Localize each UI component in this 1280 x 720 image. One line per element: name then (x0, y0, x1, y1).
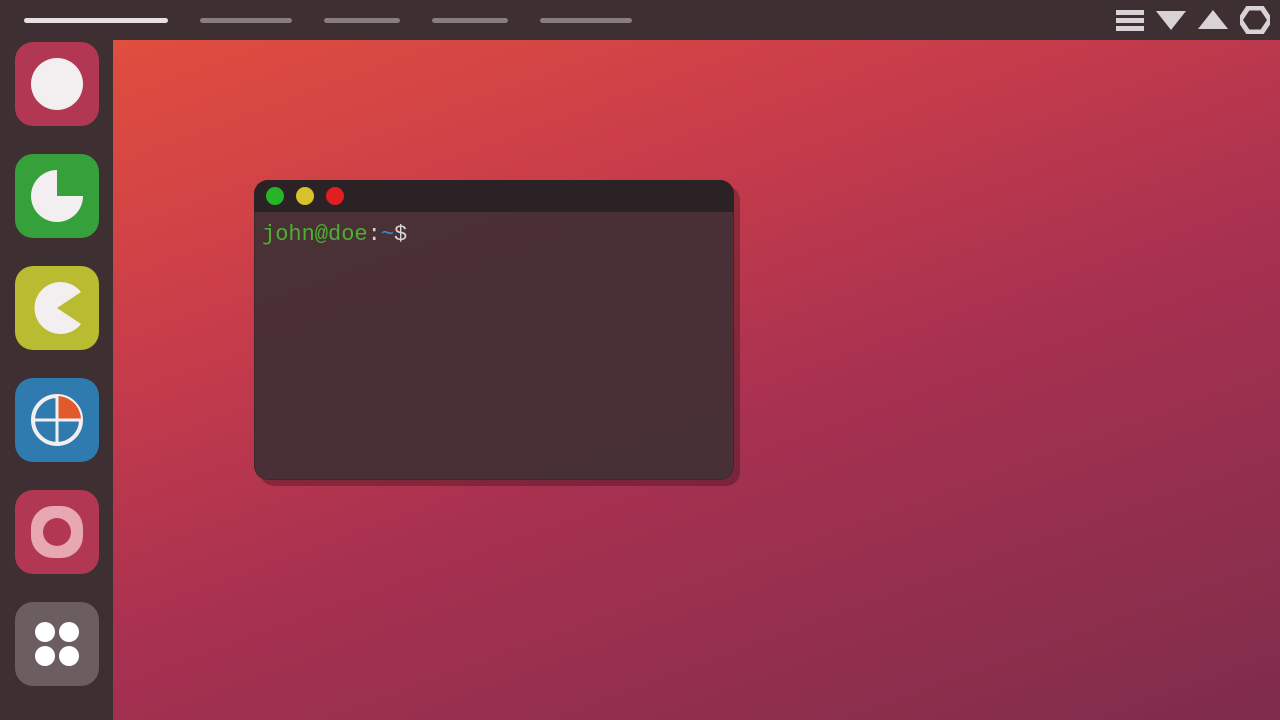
menu-item[interactable] (540, 18, 632, 23)
prompt-user: john@doe (262, 222, 368, 247)
circle-icon (29, 56, 85, 112)
ring-quarter-icon (27, 390, 87, 450)
triangle-up-icon[interactable] (1198, 8, 1228, 32)
traffic-light-min-icon[interactable] (296, 187, 314, 205)
menu-item[interactable] (24, 18, 168, 23)
menu-item[interactable] (324, 18, 400, 23)
launcher-dock (0, 40, 113, 720)
terminal-body[interactable]: john@doe:~$ (254, 212, 734, 258)
triangle-down-icon[interactable] (1156, 8, 1186, 32)
traffic-light-close-icon[interactable] (266, 187, 284, 205)
pie-icon (29, 168, 85, 224)
terminal-window[interactable]: john@doe:~$ (254, 180, 734, 480)
prompt-sep: : (368, 222, 381, 247)
dock-app-1[interactable] (15, 42, 99, 126)
dock-app-5[interactable] (15, 490, 99, 574)
dock-app-3[interactable] (15, 266, 99, 350)
terminal-titlebar[interactable] (254, 180, 734, 212)
menu-items (24, 18, 632, 23)
dock-app-2[interactable] (15, 154, 99, 238)
pacman-icon (29, 280, 85, 336)
menu-icon[interactable] (1116, 8, 1144, 32)
top-menu-bar (0, 0, 1280, 40)
menu-item[interactable] (200, 18, 292, 23)
menu-item[interactable] (432, 18, 508, 23)
prompt-path: ~ (381, 222, 394, 247)
status-area (1116, 0, 1270, 40)
app-grid-icon (27, 614, 87, 674)
record-icon (25, 500, 89, 564)
hexagon-icon[interactable] (1240, 6, 1270, 34)
traffic-light-max-icon[interactable] (326, 187, 344, 205)
dock-app-grid[interactable] (15, 602, 99, 686)
desktop-root: john@doe:~$ (0, 0, 1280, 720)
dock-app-4[interactable] (15, 378, 99, 462)
prompt-symbol: $ (394, 222, 407, 247)
